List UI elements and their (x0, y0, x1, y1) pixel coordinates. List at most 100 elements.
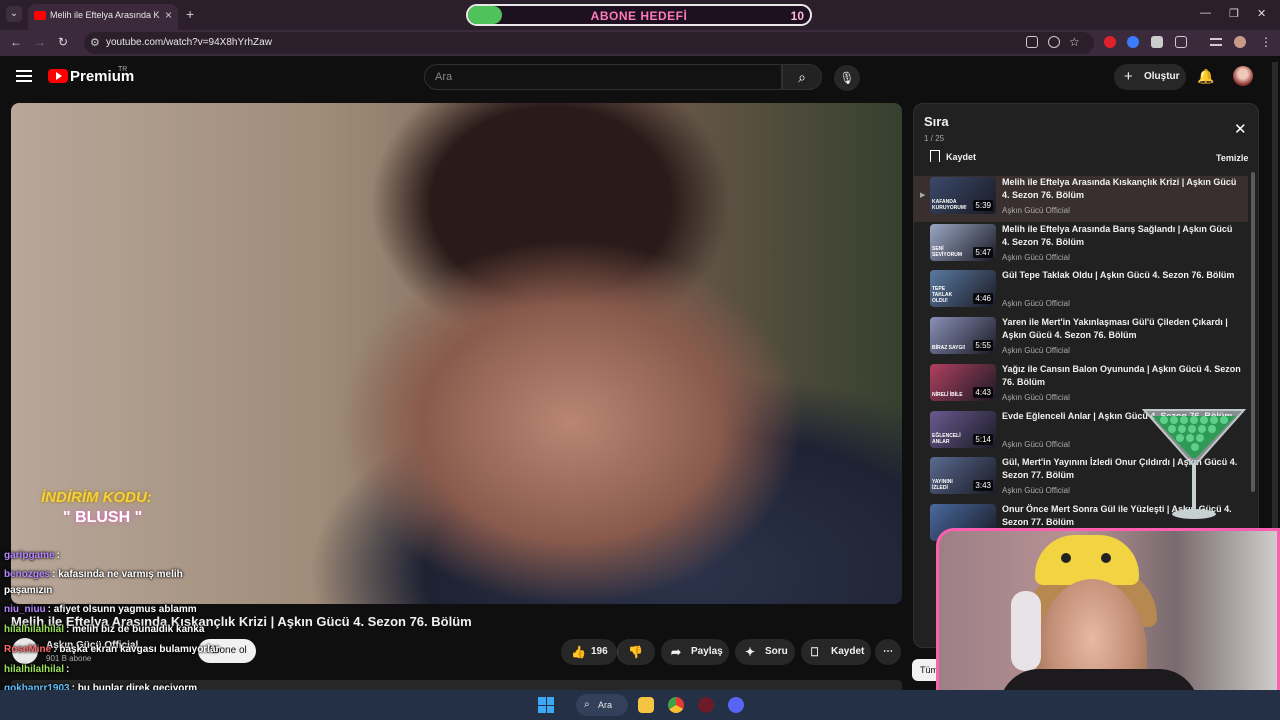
sparkle-icon: ✦ (745, 645, 756, 659)
playlist-item[interactable]: ▶ KAFANDA KURUYORUM! 5:39 Melih ile Eftelya… (914, 176, 1248, 222)
back-icon[interactable]: ← (10, 35, 22, 49)
playlist-thumbnail[interactable]: NİRELİ İBİLE 4:43 (930, 363, 996, 401)
cast-icon[interactable] (1026, 36, 1038, 48)
windows-start-icon[interactable] (538, 697, 554, 713)
discord-icon[interactable] (728, 697, 744, 713)
browser-menu-icon[interactable]: ⋮ (1260, 35, 1272, 49)
close-window-icon[interactable]: ✕ (1257, 7, 1266, 20)
plus-icon: + (1124, 68, 1133, 85)
discount-code: " BLUSH " (63, 509, 143, 526)
browser-tab[interactable]: Melih ile Eftelya Arasında Kıskan... × (28, 4, 178, 30)
chrome-icon[interactable] (668, 697, 684, 713)
youtube-logo-icon[interactable] (48, 69, 68, 83)
video-player[interactable]: İNDİRİM KODU: " BLUSH " (11, 103, 902, 604)
microphone-icon: 🎙 (839, 71, 855, 85)
like-button[interactable]: 👍 196 (561, 639, 617, 665)
profile-icon[interactable] (1234, 36, 1246, 48)
new-tab-icon[interactable]: + (186, 6, 194, 22)
chat-username: RoseMine (4, 644, 52, 655)
duration-badge: 5:55 (973, 340, 993, 352)
site-info-icon[interactable]: ⚙ (90, 36, 100, 49)
tab-close-icon[interactable]: × (165, 8, 172, 22)
chat-text: paşamızın (4, 585, 53, 596)
ask-label: Soru (765, 646, 788, 657)
playlist-item[interactable]: SENİ SEVİYORUM 5:47 Melih ile Eftelya Aras… (914, 223, 1248, 269)
pikachu-hat (1035, 535, 1139, 585)
create-label: Oluştur (1144, 71, 1180, 82)
goal-label: ABONE HEDEFİ (590, 9, 688, 23)
more-icon: ⋯ (883, 646, 893, 657)
reload-icon[interactable]: ↻ (58, 35, 68, 49)
bookmark-star-icon[interactable]: ☆ (1069, 35, 1080, 49)
now-playing-icon: ▶ (920, 192, 926, 199)
minimize-icon[interactable]: — (1200, 7, 1211, 19)
thumbnail-caption: YAYININI İZLEDİ (932, 479, 953, 492)
playlist-thumbnail[interactable]: YAYININI İZLEDİ 3:43 (930, 457, 996, 495)
dislike-button[interactable]: 👎 (617, 639, 655, 665)
search-icon: ⌕ (584, 699, 590, 710)
close-icon[interactable]: ✕ (1234, 120, 1247, 138)
more-actions-button[interactable]: ⋯ (875, 639, 901, 665)
taskbar-search-label: Ara (598, 700, 613, 710)
reading-list-icon[interactable] (1210, 38, 1222, 46)
chat-username: niu_niuu (4, 604, 46, 615)
playlist-thumbnail[interactable]: TEPE TAKLAK OLDU! 4:46 (930, 270, 996, 308)
playlist-item[interactable]: TEPE TAKLAK OLDU! 4:46 Gül Tepe Taklak Old… (914, 269, 1248, 315)
hide-icon[interactable] (1048, 36, 1060, 48)
chat-username: benozges (4, 569, 51, 580)
ask-button[interactable]: ✦ Soru (735, 639, 795, 665)
playlist-item-channel: Aşkın Gücü Official (1002, 392, 1070, 402)
tab-list-button[interactable]: ⌄ (6, 6, 22, 22)
playlist-item[interactable]: BİRAZ SAYGI! 5:55 Yaren ile Mert'in Yakınl… (914, 316, 1248, 362)
extension-red-icon[interactable] (1104, 36, 1116, 48)
playlist-thumbnail[interactable]: SENİ SEVİYORUM 5:47 (930, 223, 996, 261)
playlist-item[interactable]: NİRELİ İBİLE 4:43 Yağız ile Cansın Balon O… (914, 363, 1248, 409)
thumbnail-caption: BİRAZ SAYGI! (932, 345, 966, 352)
playlist-save-button[interactable]: Kaydet (930, 150, 976, 162)
playlist-scrollbar[interactable] (1251, 172, 1255, 492)
share-button[interactable]: ➦ Paylaş (661, 639, 729, 665)
file-explorer-icon[interactable] (638, 697, 654, 713)
playlist-thumbnail[interactable]: EĞLENCELİ ANLAR 5:14 (930, 410, 996, 448)
extension-blue-icon[interactable] (1127, 36, 1139, 48)
save-button[interactable]: ⎕ Kaydet (801, 639, 871, 665)
taskbar-search[interactable]: ⌕ Ara (576, 694, 628, 716)
playlist-item-channel: Aşkın Gücü Official (1002, 486, 1070, 496)
playlist-item-title: Melih ile Eftelya Arasında Barış Sağland… (1002, 223, 1233, 247)
extension-gray-icon[interactable] (1151, 36, 1163, 48)
playlist-item-channel: Aşkın Gücü Official (1002, 206, 1070, 215)
create-button[interactable]: + Oluştur (1114, 64, 1186, 90)
restore-icon[interactable]: ❐ (1229, 7, 1239, 20)
hamburger-menu-icon[interactable] (16, 70, 32, 82)
subscriber-count: 901 B abone (46, 654, 92, 663)
duration-badge: 5:47 (973, 246, 993, 258)
headset (1011, 591, 1041, 671)
search-input[interactable]: Ara (424, 64, 782, 90)
address-bar[interactable]: ⚙ youtube.com/watch?v=94X8hYrhZaw (84, 32, 1094, 54)
app-icon[interactable] (698, 697, 714, 713)
duration-badge: 4:46 (973, 293, 993, 305)
notifications-bell-icon[interactable]: 🔔 (1197, 68, 1214, 85)
playlist-clear-button[interactable]: Temizle (1216, 153, 1248, 163)
playlist-thumbnail[interactable]: BİRAZ SAYGI! 5:55 (930, 317, 996, 355)
voice-search-button[interactable]: 🎙 (834, 65, 860, 91)
playlist-item-channel: Aşkın Gücü Official (1002, 439, 1070, 449)
youtube-favicon-icon (34, 11, 46, 20)
thumbs-down-icon: 👎 (628, 645, 643, 659)
chat-message: niu_niuu: afiyet olsunn yagmus ablamm (4, 604, 197, 615)
search-button[interactable]: ⌕ (782, 64, 822, 90)
search-placeholder: Ara (435, 71, 453, 83)
account-avatar[interactable] (1233, 66, 1253, 86)
browser-toolbar: ← → ↻ ⚙ youtube.com/watch?v=94X8hYrhZaw … (0, 30, 1280, 56)
share-label: Paylaş (691, 646, 723, 657)
extensions-puzzle-icon[interactable] (1175, 36, 1187, 48)
playlist-item-title: Gül Tepe Taklak Oldu | Aşkın Gücü 4. Sez… (1002, 270, 1235, 281)
cocktail-glass-overlay (1142, 409, 1246, 519)
goal-count: 10 (790, 9, 804, 23)
chat-username: hilalhilalhilal (4, 624, 65, 635)
forward-icon[interactable]: → (34, 35, 46, 49)
chat-text: : (56, 550, 60, 561)
save-label: Kaydet (831, 646, 865, 657)
chat-message: hilalhilalhilal: (4, 664, 69, 675)
playlist-thumbnail[interactable]: KAFANDA KURUYORUM! 5:39 (930, 177, 996, 214)
